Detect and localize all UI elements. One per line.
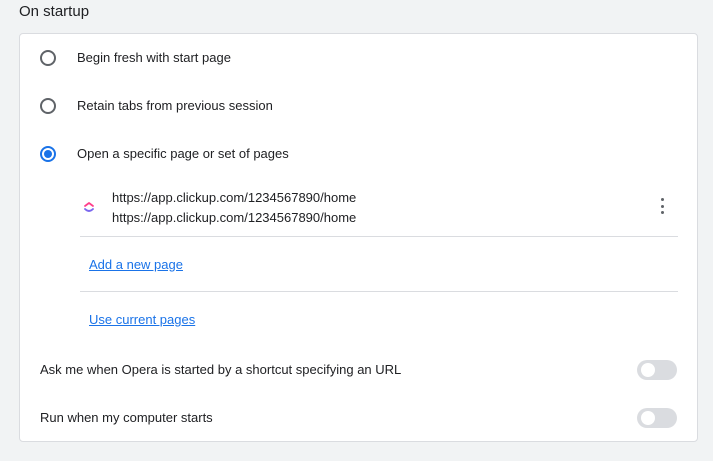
add-new-page-link[interactable]: Add a new page (89, 257, 183, 273)
startup-page-title: https://app.clickup.com/1234567890/home (112, 190, 357, 205)
toggle-label: Ask me when Opera is started by a shortc… (40, 362, 402, 377)
startup-option-retain-tabs[interactable]: Retain tabs from previous session (20, 94, 697, 118)
radio-button[interactable] (40, 98, 56, 114)
run-on-startup-toggle[interactable] (637, 408, 677, 428)
ask-on-shortcut-toggle[interactable] (637, 360, 677, 380)
radio-button-selected[interactable] (40, 146, 56, 162)
startup-option-begin-fresh[interactable]: Begin fresh with start page (20, 46, 697, 70)
divider (80, 291, 678, 292)
startup-option-specific-pages[interactable]: Open a specific page or set of pages (20, 142, 697, 166)
clickup-icon (84, 202, 94, 212)
startup-settings-card: Begin fresh with start page Retain tabs … (19, 33, 698, 442)
toggle-row-run-on-startup: Run when my computer starts (20, 406, 697, 430)
page-title: On startup (19, 3, 90, 20)
toggle-label: Run when my computer starts (40, 410, 213, 425)
startup-option-label: Open a specific page or set of pages (77, 146, 289, 161)
toggle-row-shortcut-url: Ask me when Opera is started by a shortc… (20, 358, 697, 382)
toggle-knob (641, 411, 655, 425)
startup-page-entry: https://app.clickup.com/1234567890/home … (80, 185, 678, 237)
startup-option-label: Begin fresh with start page (77, 50, 231, 65)
startup-page-url: https://app.clickup.com/1234567890/home (112, 210, 357, 225)
more-actions-icon[interactable] (660, 198, 664, 214)
use-current-pages-link[interactable]: Use current pages (89, 312, 195, 328)
startup-option-label: Retain tabs from previous session (77, 98, 273, 113)
radio-button[interactable] (40, 50, 56, 66)
toggle-knob (641, 363, 655, 377)
